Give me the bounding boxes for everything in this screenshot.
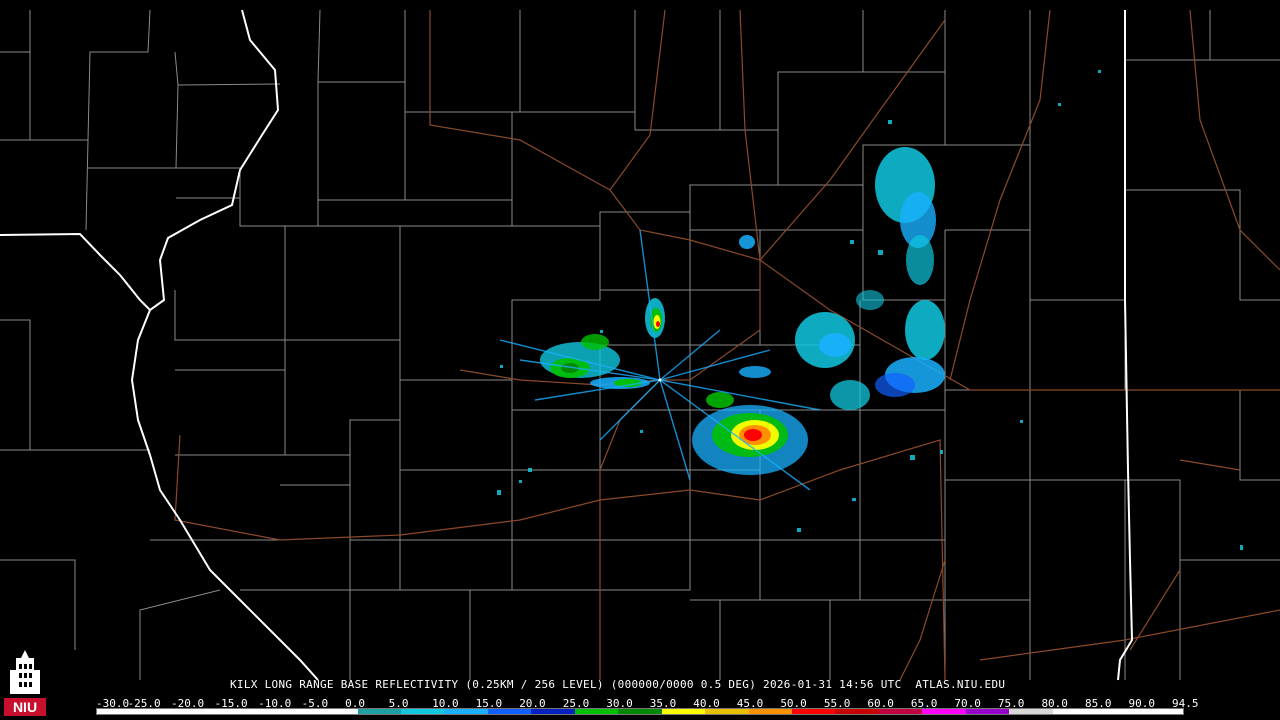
colorbar-segment: [922, 709, 966, 714]
logo-text: NIU: [13, 699, 37, 715]
university-tower-logo-icon: NIU: [4, 648, 46, 716]
colorbar-segment: [183, 709, 228, 714]
colorbar-segment: [444, 709, 488, 714]
colorbar-segment: [661, 709, 706, 714]
radar-map: [0, 0, 1280, 720]
reflectivity-colorbar: [96, 708, 1184, 715]
colorbar-segment: [835, 709, 879, 714]
colorbar-segment: [1052, 709, 1097, 714]
radar-site-marker: [658, 378, 662, 382]
colorbar-segment: [965, 709, 1010, 714]
colorbar-segment: [748, 709, 792, 714]
colorbar-segment: [97, 709, 141, 714]
colorbar-segment: [1009, 709, 1053, 714]
colorbar-segment: [1139, 709, 1183, 714]
colorbar-segment: [140, 709, 184, 714]
colorbar-segment: [618, 709, 662, 714]
colorbar-segment: [1096, 709, 1140, 714]
colorbar-segment: [878, 709, 923, 714]
colorbar-segment: [314, 709, 358, 714]
colorbar-segment: [531, 709, 575, 714]
product-caption: KILX LONG RANGE BASE REFLECTIVITY (0.25K…: [230, 678, 1006, 691]
colorbar-segment: [401, 709, 445, 714]
colorbar-segment: [705, 709, 749, 714]
colorbar-segment: [357, 709, 402, 714]
colorbar-segment: [792, 709, 836, 714]
colorbar-segment: [574, 709, 619, 714]
colorbar-segment: [270, 709, 315, 714]
colorbar-segment: [227, 709, 271, 714]
colorbar-segment: [487, 709, 532, 714]
